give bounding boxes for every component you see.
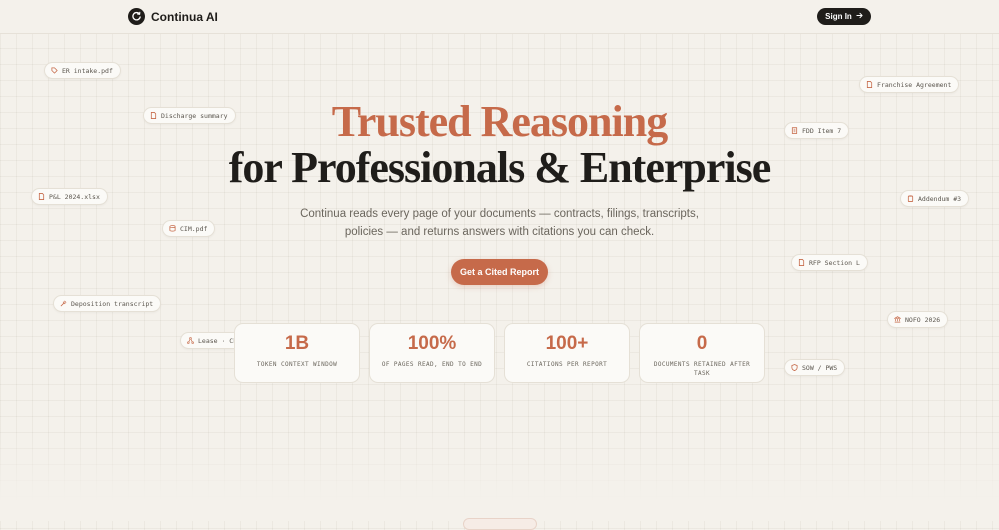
database-icon [169, 225, 176, 232]
chip-cim: CIM.pdf [162, 220, 216, 237]
document-icon [798, 259, 805, 266]
chip-label: Deposition transcript [71, 299, 154, 308]
chip-deposition-transcript: Deposition transcript [53, 295, 162, 312]
chip-label: CIM.pdf [180, 224, 208, 233]
chip-franchise-agreement: Franchise Agreement [859, 76, 960, 93]
chip-label: Addendum #3 [918, 194, 962, 203]
hero-subtitle: Continua reads every page of your docume… [300, 205, 699, 241]
chip-label: RFP Section L [809, 258, 860, 267]
chip-label: ER intake.pdf [62, 66, 113, 75]
top-nav: Continua AI Sign In [0, 0, 999, 34]
chip-sow-pws: SOW / PWS [784, 359, 846, 376]
network-icon [187, 337, 194, 344]
chip-addendum-3: Addendum #3 [900, 190, 970, 207]
get-cited-report-button[interactable]: Get a Cited Report [451, 259, 548, 285]
hero-title-accent: Trusted Reasoning [331, 97, 668, 146]
hero-subtitle-line-1: Continua reads every page of your docume… [300, 208, 699, 220]
brand-logo[interactable]: Continua AI [128, 8, 218, 25]
circular-arrow-icon [128, 8, 145, 25]
chip-label: NOFO 2026 [905, 315, 941, 324]
stat-label: TOKEN CONTEXT WINDOW [256, 361, 338, 368]
next-section-pill [463, 518, 537, 530]
document-icon [866, 81, 873, 88]
arrow-right-icon [856, 12, 863, 21]
clipboard-icon [907, 195, 914, 202]
stat-value: 1B [284, 333, 310, 354]
bottom-fade [0, 431, 999, 521]
stat-card-retention: 0 DOCUMENTS RETAINED AFTER TASK [639, 323, 765, 383]
chip-er-intake: ER intake.pdf [44, 62, 121, 79]
stat-label: OF PAGES READ, END TO END [381, 361, 483, 368]
chip-label: P&L 2024.xlsx [49, 192, 100, 201]
document-icon [38, 193, 45, 200]
stat-value: 100% [407, 333, 457, 354]
tag-icon [51, 67, 58, 74]
stat-label: CITATIONS PER REPORT [526, 361, 608, 368]
shield-icon [791, 364, 798, 371]
stat-value: 100+ [545, 333, 589, 354]
stat-value: 0 [696, 333, 708, 354]
hero-subtitle-line-2: policies — and returns answers with cita… [344, 226, 655, 238]
gavel-icon [60, 300, 67, 307]
stat-label: DOCUMENTS RETAINED AFTER TASK [653, 361, 751, 377]
brand-name: Continua AI [151, 9, 218, 24]
bank-icon [893, 316, 902, 323]
sign-in-label: Sign In [825, 12, 852, 21]
hero-title: for Professionals & Enterprise [228, 143, 772, 192]
stat-card-pages: 100% OF PAGES READ, END TO END [369, 323, 495, 383]
chip-rfp-section-l: RFP Section L [791, 254, 868, 271]
stat-card-context: 1B TOKEN CONTEXT WINDOW [234, 323, 360, 383]
chip-label: SOW / PWS [802, 363, 838, 372]
chip-label: Lease · Ch [198, 336, 238, 345]
sign-in-button[interactable]: Sign In [817, 8, 871, 25]
stat-card-citations: 100+ CITATIONS PER REPORT [504, 323, 630, 383]
chip-nofo-2026: NOFO 2026 [887, 311, 949, 328]
chip-label: Franchise Agreement [877, 80, 952, 89]
